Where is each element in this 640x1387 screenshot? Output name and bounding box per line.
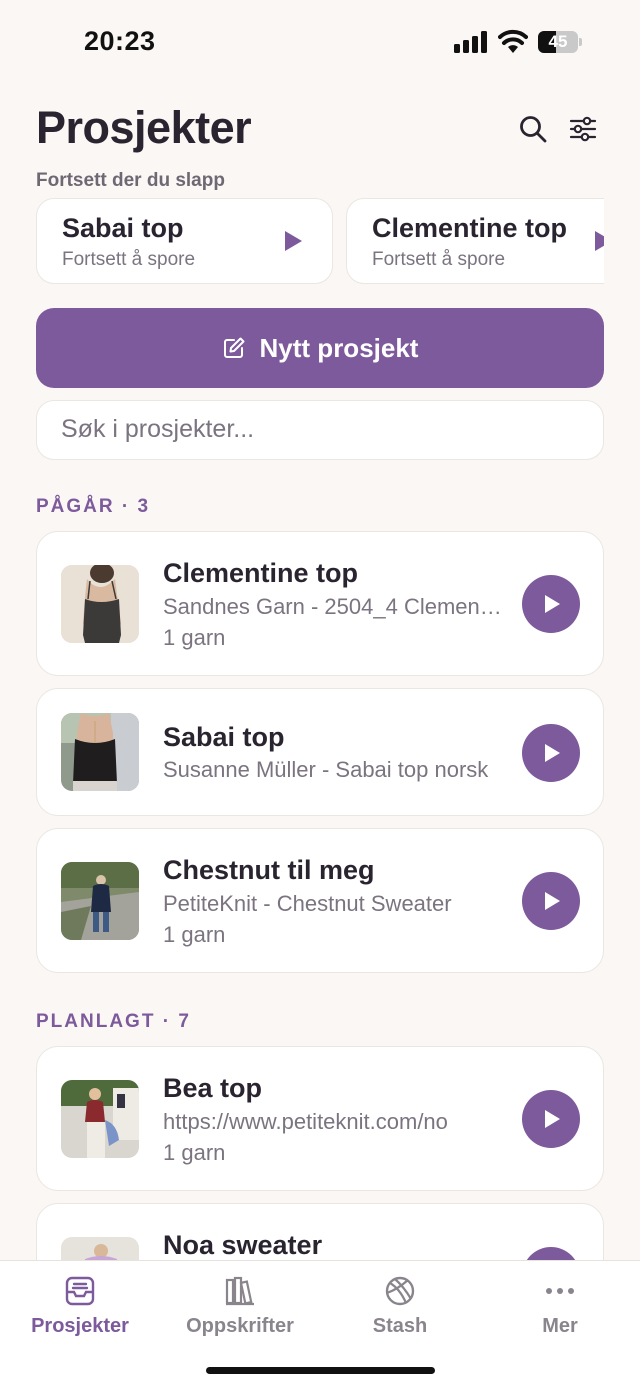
project-yarn-count: 1 garn [163,625,226,650]
project-source: https://www.petiteknit.com/no [163,1109,448,1134]
play-icon[interactable] [595,231,604,251]
battery-level: 45 [548,32,568,51]
sliders-icon[interactable] [568,114,598,144]
battery-icon: 45 [538,31,582,53]
search-icon[interactable] [518,114,548,144]
project-card[interactable]: Sabai top Susanne Müller - Sabai top nor… [36,688,604,816]
new-project-label: Nytt prosjekt [259,332,419,363]
project-name: Chestnut til meg [163,855,375,885]
play-button[interactable] [522,872,580,930]
continue-strip[interactable]: Sabai top Fortsett å spore Clementine to… [36,198,604,286]
continue-card-subtitle: Fortsett å spore [62,249,196,270]
group-heading-planned: PLANLAGT · 7 [36,1011,191,1032]
project-name: Clementine top [163,558,359,588]
project-thumbnail [61,713,139,791]
project-card[interactable]: Chestnut til meg PetiteKnit - Chestnut S… [36,828,604,973]
edit-icon [223,337,245,358]
home-indicator [206,1367,435,1374]
project-source: Susanne Müller - Sabai top norsk [163,757,489,782]
project-search-field[interactable] [36,400,604,460]
tray-icon [65,1276,95,1306]
tab-label: Oppskrifter [186,1315,294,1337]
new-project-button[interactable]: Nytt prosjekt [36,308,604,388]
project-name: Bea top [163,1073,263,1103]
continue-card[interactable]: Clementine top Fortsett å spore [346,198,604,284]
books-icon [225,1276,254,1306]
project-yarn-count: 1 garn [163,1140,226,1165]
project-name: Sabai top [163,722,285,752]
project-source: Sandnes Garn - 2504_4 Clementine top [163,594,503,619]
play-button[interactable] [522,1090,580,1148]
tab-mer[interactable]: Mer [480,1261,640,1351]
play-button[interactable] [522,724,580,782]
tab-oppskrifter[interactable]: Oppskrifter [160,1261,320,1351]
project-thumbnail [61,565,139,643]
project-source: PetiteKnit - Chestnut Sweater [163,891,452,916]
page-title: Prosjekter [36,102,252,153]
play-button[interactable] [522,575,580,633]
continue-caption: Fortsett der du slapp [36,170,225,191]
more-icon [546,1288,574,1294]
play-icon[interactable] [285,231,302,251]
status-bar: 20:23 45 [0,0,640,90]
cellular-signal-icon [454,31,488,53]
project-name: Noa sweater [163,1230,323,1260]
project-thumbnail [61,1080,139,1158]
project-thumbnail [61,862,139,940]
continue-card[interactable]: Sabai top Fortsett å spore [36,198,333,284]
tab-stash[interactable]: Stash [320,1261,480,1351]
continue-card-title: Clementine top [372,213,568,243]
group-heading-in-progress: PÅGÅR · 3 [36,496,151,517]
tab-label: Mer [542,1315,578,1337]
status-time: 20:23 [84,26,156,56]
continue-card-subtitle: Fortsett å spore [372,249,506,270]
project-search-input[interactable] [61,401,581,458]
project-card[interactable]: Clementine top Sandnes Garn - 2504_4 Cle… [36,531,604,676]
tab-prosjekter[interactable]: Prosjekter [0,1261,160,1351]
continue-card-title: Sabai top [62,213,184,243]
tab-label: Stash [372,1315,428,1337]
yarn-ball-icon [385,1276,415,1306]
project-card[interactable]: Bea top https://www.petiteknit.com/no 1 … [36,1046,604,1191]
tab-label: Prosjekter [31,1315,129,1337]
project-yarn-count: 1 garn [163,922,226,947]
wifi-icon [498,29,528,53]
